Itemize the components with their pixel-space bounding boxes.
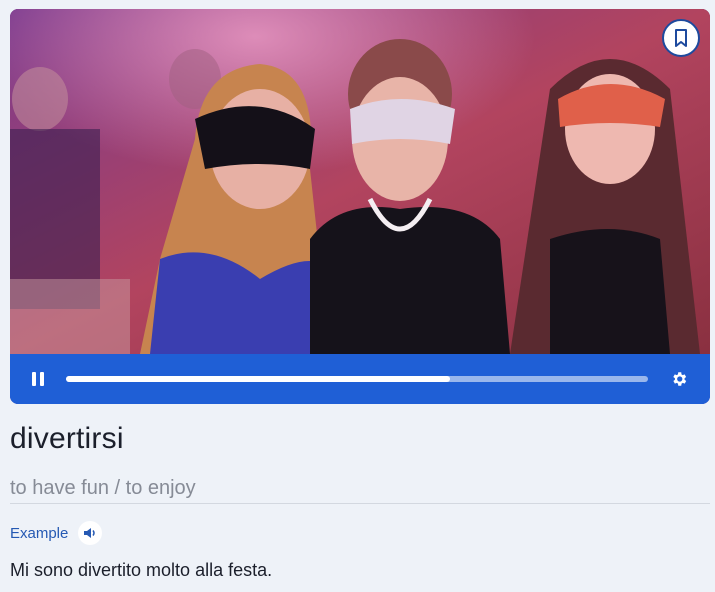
example-label: Example [10,524,69,542]
speaker-icon [84,528,96,538]
party-masquerade-photo [10,9,710,354]
bookmark-icon [675,29,687,47]
play-audio-button[interactable] [78,521,103,545]
settings-button[interactable] [648,354,710,404]
progress-track[interactable] [66,376,648,382]
vocabulary-word: divertirsi [10,422,124,455]
video-controls [10,354,710,404]
video-player[interactable] [10,9,710,404]
divider [10,503,710,504]
flashcard [10,9,710,404]
progress-fill [66,376,451,382]
example-header: Example [10,521,103,545]
word-translation: to have fun / to enjoy [10,477,196,499]
bookmark-button[interactable] [662,19,700,57]
gear-icon [673,372,687,386]
pause-button[interactable] [10,354,66,404]
example-sentence: Mi sono divertito molto alla festa. [10,560,273,580]
pause-icon [32,372,44,386]
